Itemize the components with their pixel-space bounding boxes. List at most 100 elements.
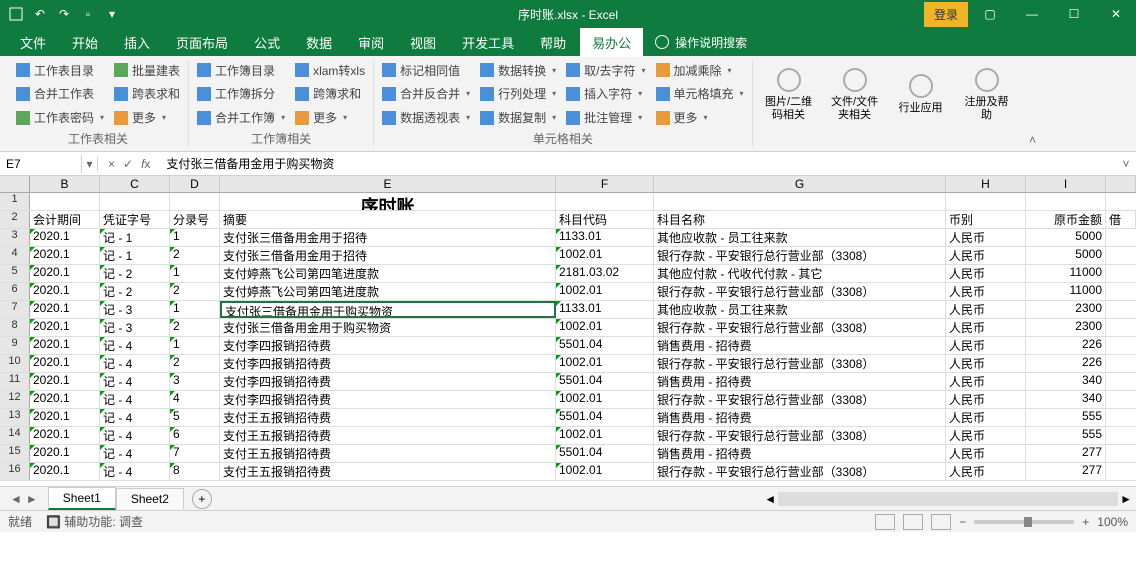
sheet-tab-2[interactable]: Sheet2 xyxy=(116,488,184,509)
industry-app[interactable]: 行业应用 xyxy=(893,60,949,130)
tab-view[interactable]: 视图 xyxy=(398,28,448,57)
status-ready: 就绪 xyxy=(8,513,32,530)
redo-icon[interactable]: ↷ xyxy=(54,4,74,24)
tab-insert[interactable]: 插入 xyxy=(112,28,162,57)
tell-me[interactable]: 操作说明搜索 xyxy=(655,34,747,51)
table-row: 15 2020.1 记 - 4 7 支付王五报销招待费 5501.04 销售费用… xyxy=(0,445,1136,463)
register-help[interactable]: 注册及帮助 xyxy=(959,60,1015,130)
data-copy[interactable]: 数据复制▾ xyxy=(480,109,556,126)
ribbon: 工作表目录 合并工作表 工作表密码▾ 批量建表 跨表求和 更多▾ 工作表相关 工… xyxy=(0,56,1136,152)
add-sheet-button[interactable]: + xyxy=(192,489,212,509)
tab-review[interactable]: 审阅 xyxy=(346,28,396,57)
table-row: 11 2020.1 记 - 4 3 支付李四报销招待费 5501.04 销售费用… xyxy=(0,373,1136,391)
table-row: 6 2020.1 记 - 2 2 支付婷燕飞公司第四笔进度款 1002.01 银… xyxy=(0,283,1136,301)
col-D[interactable]: D xyxy=(170,176,220,192)
hscroll-right-icon[interactable]: ► xyxy=(1120,492,1132,506)
login-button[interactable]: 登录 xyxy=(924,2,968,27)
status-accessibility[interactable]: 🔲 辅助功能: 调查 xyxy=(46,513,143,530)
merge-sheets[interactable]: 合并工作表 xyxy=(16,85,104,102)
maximize-icon[interactable]: ☐ xyxy=(1054,0,1094,28)
xlam-to-xls[interactable]: xlam转xls xyxy=(295,62,365,79)
col-E[interactable]: E xyxy=(220,176,556,192)
book-more[interactable]: 更多▾ xyxy=(295,109,365,126)
tab-home[interactable]: 开始 xyxy=(60,28,110,57)
col-scroll[interactable] xyxy=(1106,176,1136,192)
tab-layout[interactable]: 页面布局 xyxy=(164,28,240,57)
tab-file[interactable]: 文件 xyxy=(8,28,58,57)
tell-me-text: 操作说明搜索 xyxy=(675,34,747,51)
tab-yibangong[interactable]: 易办公 xyxy=(580,28,643,57)
tab-prev-icon[interactable]: ◄ xyxy=(10,492,22,506)
tab-help[interactable]: 帮助 xyxy=(528,28,578,57)
col-H[interactable]: H xyxy=(946,176,1026,192)
cross-book-sum[interactable]: 跨簿求和 xyxy=(295,85,365,102)
mark-same[interactable]: 标记相同值 xyxy=(382,62,470,79)
statusbar: 就绪 🔲 辅助功能: 调查 − + 100% xyxy=(0,510,1136,532)
sheet-tabs-bar: ◄ ► Sheet1 Sheet2 + ◄ ► xyxy=(0,486,1136,510)
new-icon[interactable]: ▫ xyxy=(78,4,98,24)
view-normal-icon[interactable] xyxy=(875,514,895,530)
data-convert[interactable]: 数据转换▾ xyxy=(480,62,556,79)
ribbon-options-icon[interactable]: ▢ xyxy=(970,0,1010,28)
hscroll-track[interactable] xyxy=(778,492,1118,506)
merge-unmerge[interactable]: 合并反合并▾ xyxy=(382,85,470,102)
formula-input[interactable]: 支付张三借备用金用于购买物资 xyxy=(160,153,1116,174)
fx-icon[interactable]: fx xyxy=(141,157,150,171)
sheet-more[interactable]: 更多▾ xyxy=(114,109,180,126)
view-layout-icon[interactable] xyxy=(903,514,923,530)
collapse-ribbon-icon[interactable]: ˄ xyxy=(1023,60,1043,147)
select-all[interactable] xyxy=(0,176,30,192)
table-row: 8 2020.1 记 - 3 2 支付张三借备用金用于购买物资 1002.01 … xyxy=(0,319,1136,337)
zoom-in-icon[interactable]: + xyxy=(1082,515,1089,529)
zoom-slider[interactable] xyxy=(974,520,1074,524)
col-I[interactable]: I xyxy=(1026,176,1106,192)
zoom-out-icon[interactable]: − xyxy=(959,515,966,529)
arithmetic[interactable]: 加减乘除▾ xyxy=(656,62,744,79)
tab-data[interactable]: 数据 xyxy=(294,28,344,57)
cell-fill[interactable]: 单元格填充▾ xyxy=(656,85,744,102)
spreadsheet-grid[interactable]: B C D E F G H I 1 序时账 2 会计期间 凭证字号 分录号 摘要… xyxy=(0,176,1136,486)
merge-workbooks[interactable]: 合并工作簿▾ xyxy=(197,109,285,126)
sheet-password[interactable]: 工作表密码▾ xyxy=(16,109,104,126)
namebox-dropdown-icon[interactable]: ▾ xyxy=(82,157,98,171)
title-cell[interactable]: 序时账 xyxy=(220,193,556,210)
formula-expand-icon[interactable]: ˅ xyxy=(1116,157,1136,171)
cell-more[interactable]: 更多▾ xyxy=(656,109,744,126)
image-qr[interactable]: 图片/二维码相关 xyxy=(761,60,817,130)
sheet-toc[interactable]: 工作表目录 xyxy=(16,62,104,79)
col-G[interactable]: G xyxy=(654,176,946,192)
pivot-table[interactable]: 数据透视表▾ xyxy=(382,109,470,126)
menubar: 文件 开始 插入 页面布局 公式 数据 审阅 视图 开发工具 帮助 易办公 操作… xyxy=(0,28,1136,56)
cross-sheet-sum[interactable]: 跨表求和 xyxy=(114,85,180,102)
row-col-process[interactable]: 行列处理▾ xyxy=(480,85,556,102)
tab-next-icon[interactable]: ► xyxy=(26,492,38,506)
take-remove-char[interactable]: 取/去字符▾ xyxy=(566,62,645,79)
bulb-icon xyxy=(655,35,669,49)
col-C[interactable]: C xyxy=(100,176,170,192)
workbook-split[interactable]: 工作簿拆分 xyxy=(197,85,285,102)
col-B[interactable]: B xyxy=(30,176,100,192)
cancel-formula-icon[interactable]: × xyxy=(108,157,115,171)
workbook-toc[interactable]: 工作簿目录 xyxy=(197,62,285,79)
view-break-icon[interactable] xyxy=(931,514,951,530)
col-F[interactable]: F xyxy=(556,176,654,192)
close-icon[interactable]: ✕ xyxy=(1096,0,1136,28)
save-icon[interactable] xyxy=(6,4,26,24)
file-folder[interactable]: 文件/文件夹相关 xyxy=(827,60,883,130)
table-row: 16 2020.1 记 - 4 8 支付王五报销招待费 1002.01 银行存款… xyxy=(0,463,1136,481)
hscroll-left-icon[interactable]: ◄ xyxy=(764,492,776,506)
tab-dev[interactable]: 开发工具 xyxy=(450,28,526,57)
sheet-tab-1[interactable]: Sheet1 xyxy=(48,487,116,510)
table-row: 13 2020.1 记 - 4 5 支付王五报销招待费 5501.04 销售费用… xyxy=(0,409,1136,427)
enter-formula-icon[interactable]: ✓ xyxy=(123,157,133,171)
comment-manage[interactable]: 批注管理▾ xyxy=(566,109,645,126)
undo-icon[interactable]: ↶ xyxy=(30,4,50,24)
open-icon[interactable]: ▾ xyxy=(102,4,122,24)
minimize-icon[interactable]: — xyxy=(1012,0,1052,28)
insert-char[interactable]: 插入字符▾ xyxy=(566,85,645,102)
table-row: 7 2020.1 记 - 3 1 支付张三借备用金用于购买物资 1133.01 … xyxy=(0,301,1136,319)
tab-formula[interactable]: 公式 xyxy=(242,28,292,57)
zoom-level[interactable]: 100% xyxy=(1097,515,1128,529)
name-box[interactable]: E7 xyxy=(0,155,82,173)
batch-create-sheets[interactable]: 批量建表 xyxy=(114,62,180,79)
